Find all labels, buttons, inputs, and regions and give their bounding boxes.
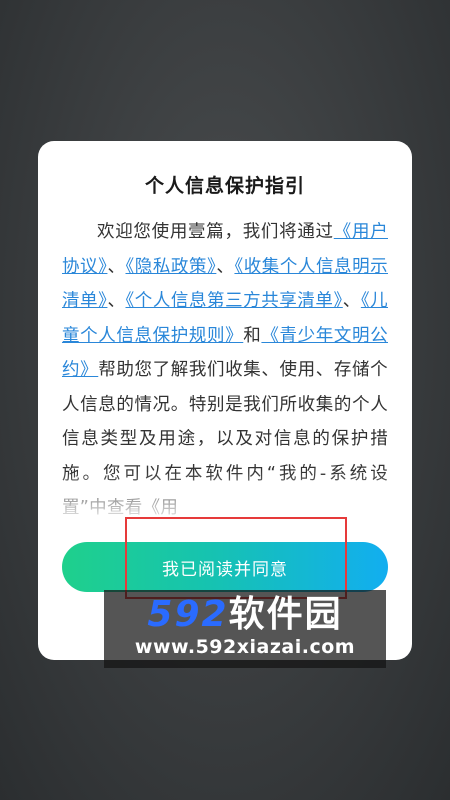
dialog-title: 个人信息保护指引 <box>144 175 305 197</box>
separator: 、 <box>342 291 361 311</box>
watermark-logo-text: 软件园 <box>228 594 343 635</box>
separator: 、 <box>107 256 126 277</box>
watermark-logo: 592软件园 <box>104 594 386 636</box>
body-remaining-text: 帮助您了解我们收集、使用、存储个人信息的情况。特别是我们所收集的个人信息类型及用… <box>62 360 388 515</box>
and-text: 和 <box>243 325 262 346</box>
link-third-party-sharing-list[interactable]: 《个人信息第三方共享清单》 <box>126 291 343 311</box>
dialog-body: 欢迎您使用壹篇，我们将通过《用户协议》、《隐私政策》、《收集个人信息明示清单》、… <box>62 215 388 515</box>
link-privacy-policy[interactable]: 《隐私政策》 <box>126 257 217 277</box>
watermark: 592软件园 www.592xiazai.com <box>104 590 386 668</box>
intro-text: 欢迎您使用壹篇，我们将通过 <box>97 222 334 242</box>
separator: 、 <box>107 291 126 311</box>
watermark-url: www.592xiazai.com <box>134 636 356 658</box>
highlight-box <box>125 517 347 599</box>
separator: 、 <box>216 256 235 277</box>
watermark-logo-number: 592 <box>147 594 229 635</box>
